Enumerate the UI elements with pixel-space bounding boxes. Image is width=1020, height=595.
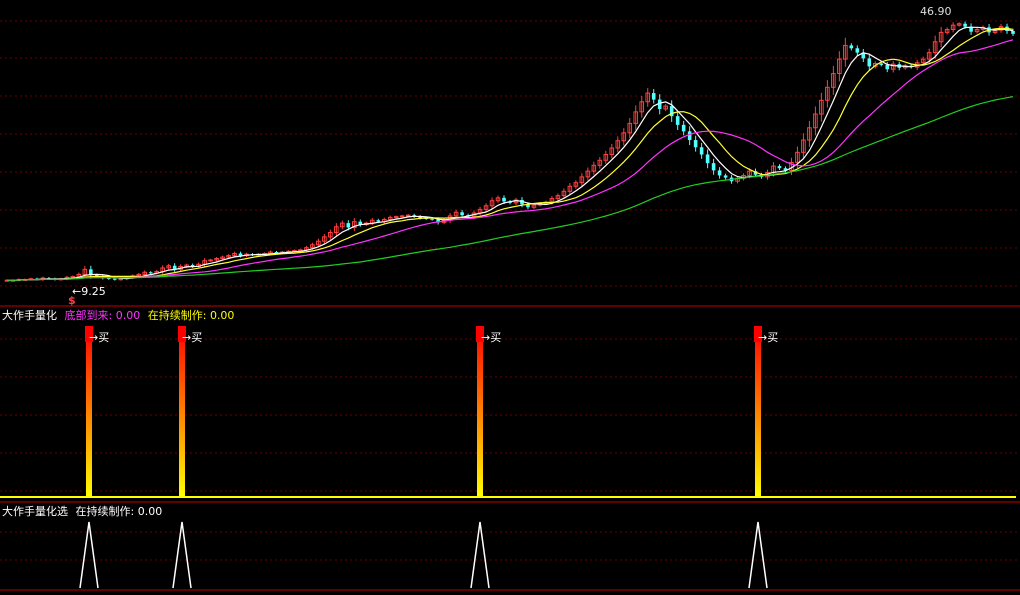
indicator2-signals [79,521,768,589]
candle-body-117 [699,147,704,155]
candle-body-130 [777,166,782,169]
candle-body-109 [651,93,656,100]
candle-body-121 [723,175,728,178]
candle-body-66 [393,216,399,219]
candle-body-72 [430,218,434,220]
candle-body-118 [705,154,710,164]
buy-label-3: →买 [481,331,502,344]
moving-averages [7,26,1014,281]
indicator2-field1-value: 0.00 [137,505,163,518]
candle-body-114 [681,124,686,132]
signal-glyph: $ [68,294,76,307]
candle-body-145 [867,58,872,67]
buy-spike-4 [755,326,761,497]
panel-borders [0,305,1020,591]
candle-body-113 [675,116,680,125]
buy-spike-1 [86,326,92,497]
candle-body-35 [208,259,213,262]
indicator1-header: 大作手量化 底部到来: 0.00 在持续制作: 0.00 [2,309,234,322]
ma10-line [7,27,1014,281]
ma60-line [7,96,1014,281]
ma5-line [7,26,1014,281]
indicator1-field1-label: 底部到来: [64,309,113,322]
grid-lines [0,20,1020,561]
indicator1-field1-value: 0.00 [115,309,141,322]
candle-body-116 [693,140,698,148]
candle-body-169 [1011,30,1015,34]
buy-spike-3 [477,326,483,497]
candle-body-120 [717,170,722,176]
candle-body-63 [376,220,381,222]
indicator1-field2-value: 0.00 [209,309,235,322]
candles [4,21,1015,282]
indicator2-header: 大作手量化选 在持续制作: 0.00 [2,505,162,518]
indicator1-field2-label: 在持续制作: [147,309,207,322]
indicator1-signals [0,326,1016,498]
candle-body-161 [963,23,967,27]
buy-label-1: →买 [89,331,110,344]
candle-body-119 [711,163,716,171]
candle-body-25 [148,272,153,274]
indicator1-name: 大作手量化 [2,309,57,322]
buy-label-4: →买 [758,331,779,344]
candle-body-77 [460,212,464,216]
candle-body-148 [885,64,890,70]
buy-spike-2 [179,326,185,497]
candle-body-68 [405,214,411,217]
candle-body-84 [502,197,506,202]
candle-body-115 [687,131,692,141]
buy-label-2: →买 [182,331,203,344]
low-price-marker: ←9.25 [72,285,106,298]
candle-body-58 [346,223,351,228]
candle-body-19 [112,278,117,280]
high-price-marker: 46.90 [920,5,952,18]
ma20-line [7,39,1014,281]
candle-body-143 [855,48,860,53]
indicator2-name: 大作手量化选 [2,505,68,518]
indicator2-field1-label: 在持续制作: [75,505,135,518]
candle-body-147 [879,63,884,65]
candle-body-67 [399,215,405,218]
candle-body-142 [849,45,854,49]
